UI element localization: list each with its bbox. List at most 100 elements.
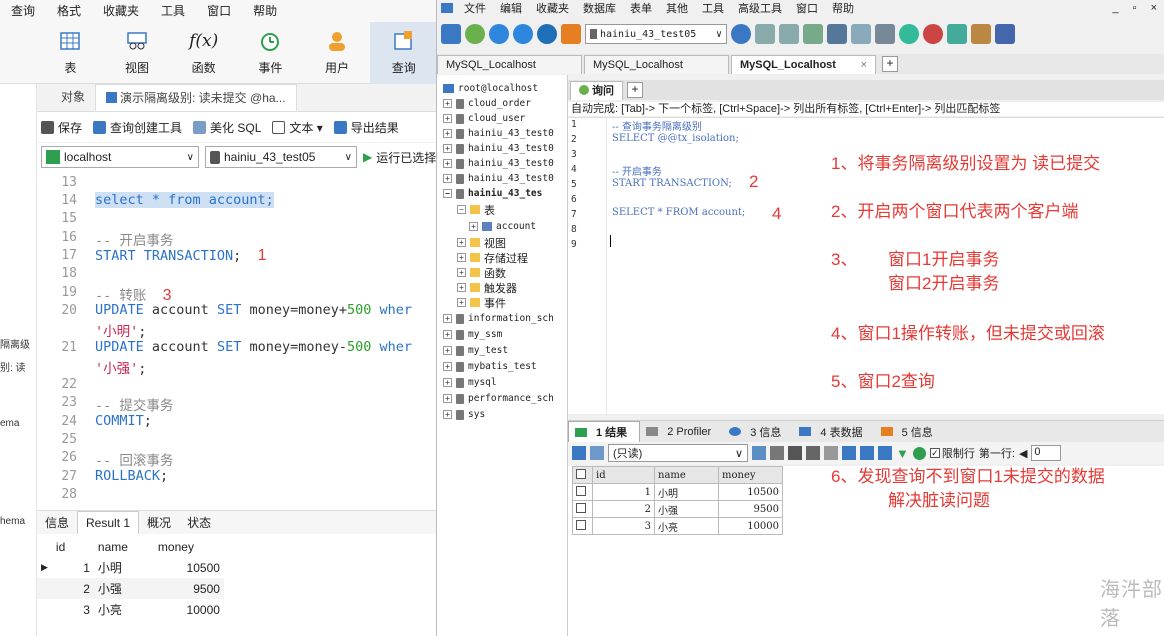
expand-icon[interactable]: + [469, 222, 478, 231]
column-header[interactable]: id [592, 466, 655, 484]
menu-window[interactable]: 窗口 [789, 0, 825, 16]
tab-result[interactable]: 1 结果 [568, 421, 641, 442]
readonly-select[interactable]: (只读) ∨ [608, 444, 748, 462]
select-all-cell[interactable] [572, 466, 593, 484]
tab-result-1[interactable]: Result 1 [77, 511, 140, 534]
database-select[interactable]: hainiu_43_test05 ∨ [205, 146, 357, 168]
column-header[interactable]: money [718, 466, 783, 484]
tree-item[interactable]: + mybatis_test [443, 359, 537, 374]
table-cell[interactable]: 10500 [154, 557, 224, 578]
checkbox[interactable] [576, 485, 586, 496]
menu-tools[interactable]: 工具 [695, 0, 731, 16]
expand-icon[interactable]: + [443, 346, 452, 355]
save-button[interactable]: 保存 [41, 119, 82, 136]
menu-database[interactable]: 数据库 [576, 0, 623, 16]
refresh-icon[interactable] [824, 446, 838, 460]
table-cell[interactable]: 2 [52, 578, 94, 599]
tree-table-account[interactable]: + account [469, 219, 536, 234]
table-cell[interactable]: 3 [52, 599, 94, 620]
table-row[interactable]: 2 小强 9500 [572, 500, 783, 518]
sync-icon[interactable] [899, 24, 919, 44]
table-add-icon[interactable] [755, 24, 775, 44]
first-row-input[interactable]: 0 [1031, 445, 1062, 461]
column-header[interactable]: money [154, 536, 224, 557]
tree-folder-events[interactable]: + 事件 [457, 295, 506, 310]
menu-help[interactable]: 帮助 [242, 0, 288, 22]
menu-favorites[interactable]: 收藏夹 [92, 0, 150, 22]
table-cell[interactable]: 小强 [654, 500, 719, 518]
tab-connection-2[interactable]: MySQL_Localhost [584, 55, 729, 74]
expand-icon[interactable]: + [457, 283, 466, 292]
query-editor[interactable]: 1 2 3 4 5 6 7 8 9 -- 查询事务隔离级别 SELECT @@t… [568, 117, 1164, 415]
copy-icon[interactable] [770, 446, 784, 460]
menu-table[interactable]: 表单 [623, 0, 659, 16]
layout-icon[interactable] [860, 446, 874, 460]
tab-query[interactable]: 询问 [570, 80, 623, 100]
form-icon[interactable] [851, 24, 871, 44]
grid-mode-icon[interactable] [572, 446, 586, 460]
tree-item[interactable]: + information_sch [443, 311, 554, 326]
prev-page-icon[interactable]: ◀ [1019, 447, 1027, 460]
table-cell[interactable]: 9500 [718, 500, 783, 518]
table-row[interactable]: 3 小亮 10000 [572, 517, 783, 535]
tree-item[interactable]: + hainiu_43_test0 [443, 156, 554, 171]
table-cell[interactable]: 10000 [718, 517, 783, 535]
menu-format[interactable]: 格式 [46, 0, 92, 22]
add-tab-icon[interactable]: + [882, 56, 898, 72]
import-icon[interactable] [923, 24, 943, 44]
row-checkbox-cell[interactable] [572, 517, 593, 535]
execute-all-icon[interactable] [513, 24, 533, 44]
column-header[interactable]: name [654, 466, 719, 484]
export-result-button[interactable]: 导出结果 [333, 119, 399, 136]
tree-folder-functions[interactable]: + 函数 [457, 265, 506, 280]
expand-icon[interactable]: + [457, 268, 466, 277]
row-checkbox-cell[interactable] [572, 500, 593, 518]
table-cell[interactable]: 小亮 [654, 517, 719, 535]
tree-item[interactable]: + cloud_order [443, 96, 531, 111]
connect-icon[interactable] [465, 24, 485, 44]
checkbox[interactable] [576, 502, 586, 513]
restore-icon[interactable]: ▫ [1126, 2, 1144, 14]
tree-folder-views[interactable]: + 视图 [457, 235, 506, 250]
minimize-icon[interactable]: _ [1106, 2, 1126, 14]
tab-info-2[interactable]: 5 信息 [875, 424, 945, 440]
tab-objects[interactable]: 对象 [51, 84, 95, 111]
menu-window[interactable]: 窗口 [196, 0, 242, 22]
tab-profiler[interactable]: 2 Profiler [640, 426, 723, 438]
menu-help[interactable]: 帮助 [825, 0, 861, 16]
table-row[interactable]: ▶ 1 小明 10500 [37, 557, 224, 578]
export-icon[interactable] [947, 24, 967, 44]
collapse-icon[interactable]: − [443, 189, 452, 198]
row-checkbox-cell[interactable] [572, 483, 593, 501]
tree-folder-procedures[interactable]: + 存储过程 [457, 250, 528, 265]
tree-item[interactable]: + hainiu_43_test0 [443, 141, 554, 156]
tab-profile[interactable]: 概况 [139, 512, 179, 534]
table-row[interactable]: 3 小亮 10000 [37, 599, 224, 620]
stop-icon[interactable] [537, 24, 557, 44]
ribbon-view-button[interactable]: 视图 [104, 22, 171, 84]
execute-icon[interactable] [489, 24, 509, 44]
menu-advanced-tools[interactable]: 高级工具 [731, 0, 789, 16]
collapse-icon[interactable]: − [457, 205, 466, 214]
query-builder-button[interactable]: 查询创建工具 [93, 119, 182, 136]
schema-icon[interactable] [875, 24, 895, 44]
database-select[interactable]: hainiu_43_test05 ∨ [585, 24, 727, 44]
expand-icon[interactable]: + [443, 129, 452, 138]
delete-icon[interactable] [806, 446, 820, 460]
tree-folder-triggers[interactable]: + 触发器 [457, 280, 517, 295]
form-mode-icon[interactable] [590, 446, 604, 460]
tree-item[interactable]: + sys [443, 407, 485, 422]
tree-folder-tables[interactable]: − 表 [457, 202, 495, 217]
save-icon[interactable] [788, 446, 802, 460]
expand-icon[interactable]: + [443, 394, 452, 403]
tab-query[interactable]: 演示隔离级别: 读未提交 @ha... [95, 84, 297, 111]
expand-icon[interactable]: + [443, 378, 452, 387]
table-row[interactable]: 2 小强 9500 [37, 578, 224, 599]
expand-icon[interactable]: + [443, 144, 452, 153]
column-header[interactable]: name [94, 536, 154, 557]
tab-connection-3[interactable]: MySQL_Localhost × [731, 55, 876, 74]
table-edit-icon[interactable] [779, 24, 799, 44]
expand-icon[interactable]: + [443, 410, 452, 419]
monitor-icon[interactable] [995, 24, 1015, 44]
expand-icon[interactable]: + [443, 99, 452, 108]
